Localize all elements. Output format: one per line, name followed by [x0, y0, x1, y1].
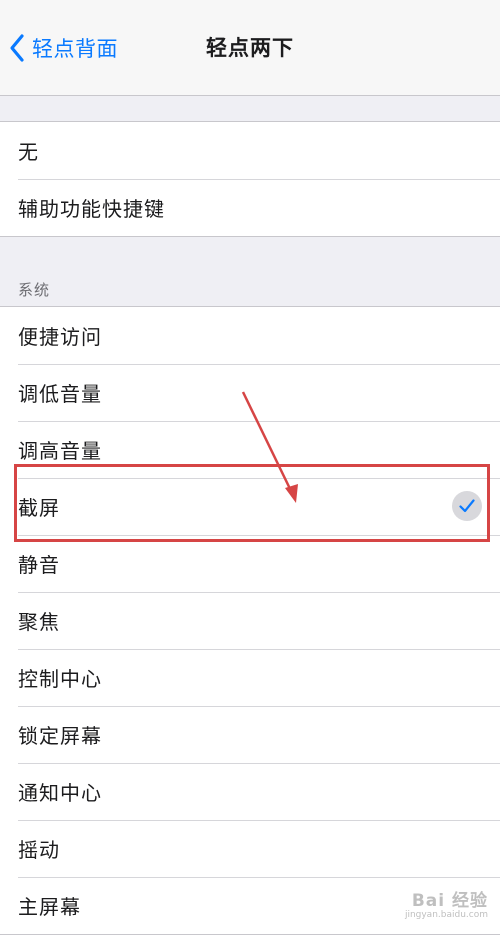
- list-item-label: 通知中心: [18, 781, 102, 805]
- list-item-label: 静音: [18, 553, 60, 577]
- options-group-top: 无 辅助功能快捷键: [0, 121, 500, 237]
- list-item-label: 控制中心: [18, 667, 102, 691]
- navigation-bar: 轻点背面 轻点两下: [0, 0, 500, 96]
- list-item-label: 主屏幕: [18, 895, 81, 919]
- list-item-label: 锁定屏幕: [18, 724, 102, 748]
- list-item-notification-center[interactable]: 通知中心: [0, 763, 500, 820]
- list-item-label: 摇动: [18, 838, 60, 862]
- list-item-reachability[interactable]: 便捷访问: [0, 307, 500, 364]
- list-item-shake[interactable]: 摇动: [0, 820, 500, 877]
- list-item-label: 辅助功能快捷键: [18, 197, 165, 221]
- watermark-brand: Bai 经验: [411, 891, 488, 911]
- watermark-url: jingyan.baidu.com: [404, 910, 488, 920]
- list-item-accessibility-shortcut[interactable]: 辅助功能快捷键: [0, 179, 500, 236]
- list-item-label: 调低音量: [18, 382, 102, 406]
- list-item-label: 无: [18, 140, 39, 164]
- list-item-volume-up[interactable]: 调高音量: [0, 421, 500, 478]
- list-item-label: 便捷访问: [18, 325, 102, 349]
- list-item-volume-down[interactable]: 调低音量: [0, 364, 500, 421]
- navbar-divider: [0, 95, 500, 96]
- list-item-label: 聚焦: [18, 610, 60, 634]
- section-header-system: 系统: [18, 281, 51, 299]
- list-item-lock-screen[interactable]: 锁定屏幕: [0, 706, 500, 763]
- list-item-label: 调高音量: [18, 439, 102, 463]
- list-item-control-center[interactable]: 控制中心: [0, 649, 500, 706]
- list-item-mute[interactable]: 静音: [0, 535, 500, 592]
- watermark: Bai 经验 jingyan.baidu.com: [404, 891, 488, 922]
- page-title: 轻点两下: [206, 36, 294, 60]
- list-item-label: 截屏: [18, 496, 60, 520]
- list-item-focus[interactable]: 聚焦: [0, 592, 500, 649]
- checkmark-icon: [452, 491, 482, 521]
- options-group-system: 便捷访问 调低音量 调高音量 截屏 静音 聚焦 控制中心 锁定屏幕 通知中心 摇…: [0, 306, 500, 935]
- list-item-screenshot[interactable]: 截屏: [0, 478, 500, 535]
- list-item-none[interactable]: 无: [0, 122, 500, 179]
